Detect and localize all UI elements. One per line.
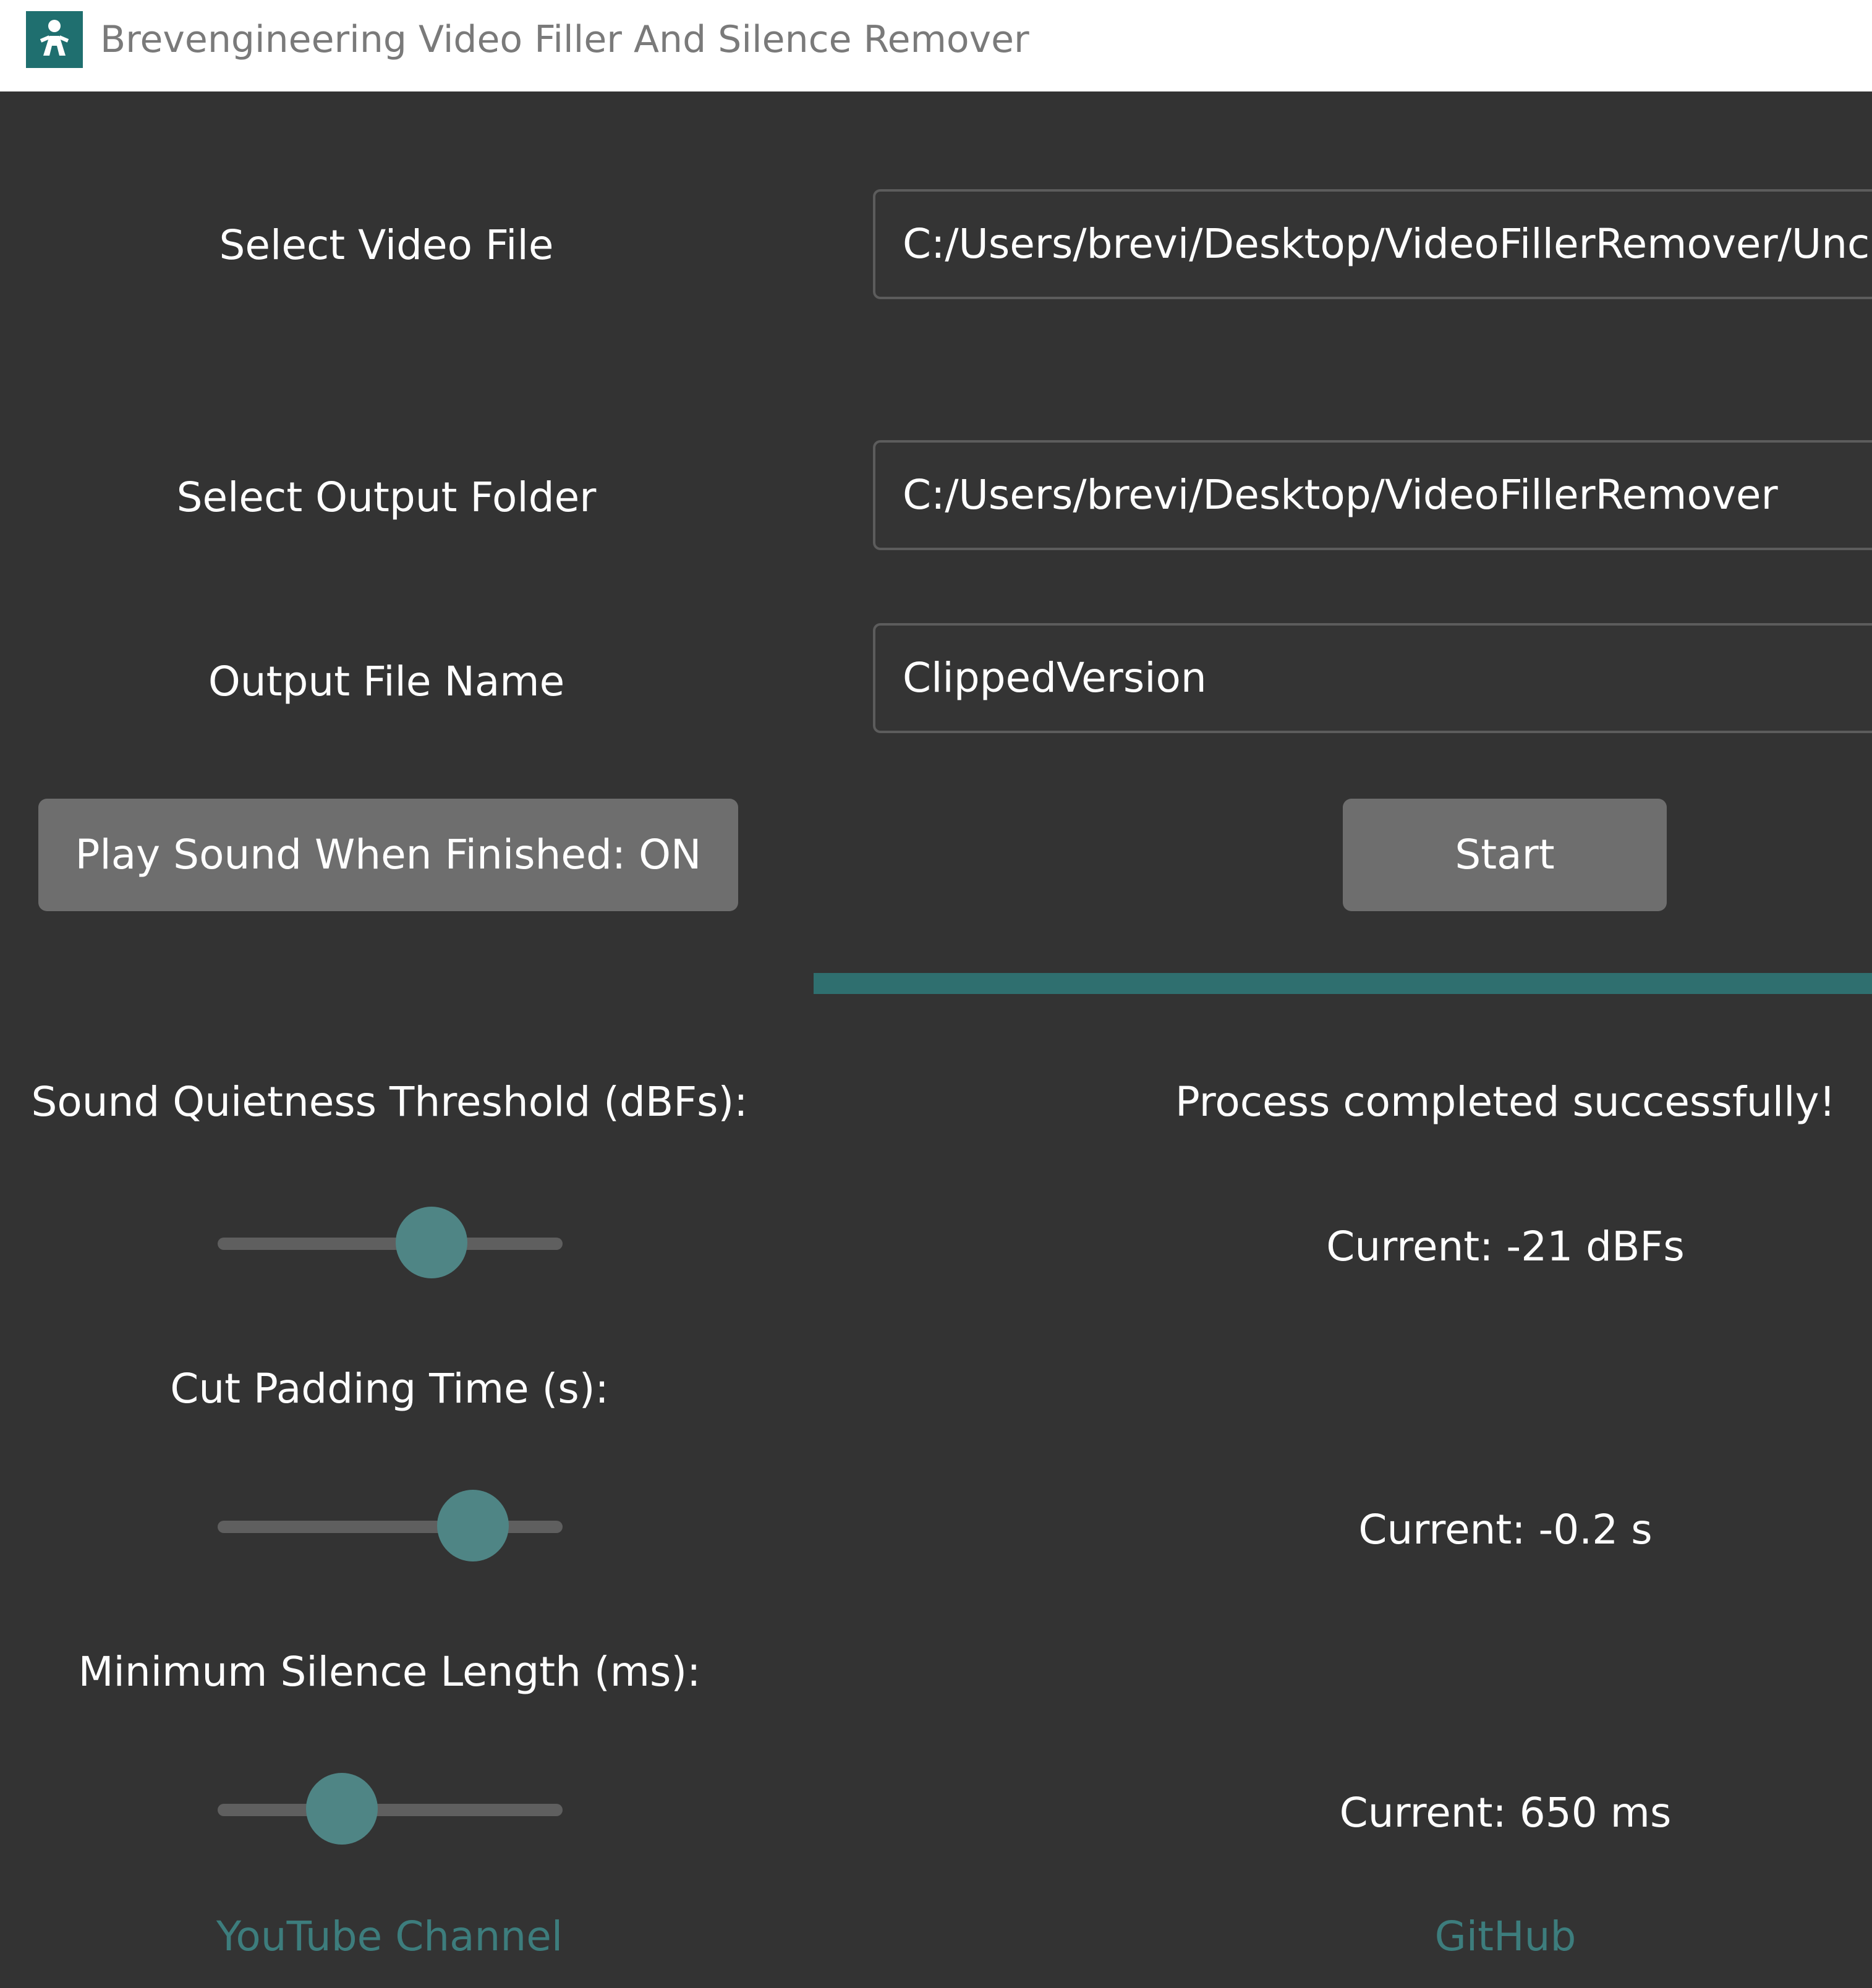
github-link[interactable]: GitHub xyxy=(1125,1909,1872,1965)
bottom-strip xyxy=(0,1971,1872,1988)
padding-slider[interactable] xyxy=(218,1490,563,1564)
slider-handle[interactable] xyxy=(305,1773,378,1845)
threshold-label: Sound Quietness Threshold (dBFs): xyxy=(31,1078,748,1126)
app-icon xyxy=(26,11,83,68)
title-bar: Brevengineering Video Filler And Silence… xyxy=(0,0,1872,91)
threshold-current-value: Current: -21 dBFs xyxy=(1326,1223,1685,1270)
output-name-input[interactable]: ClippedVersion xyxy=(873,623,1872,733)
video-file-label: Select Video File xyxy=(219,221,554,269)
output-folder-label: Select Output Folder xyxy=(176,474,597,521)
padding-current-value: Current: -0.2 s xyxy=(1358,1506,1653,1553)
min-silence-current-value: Current: 650 ms xyxy=(1339,1789,1672,1837)
video-file-input[interactable]: C:/Users/brevi/Desktop/VideoFillerRemove… xyxy=(873,189,1872,299)
start-button[interactable]: Start xyxy=(1343,799,1667,911)
app-window: Brevengineering Video Filler And Silence… xyxy=(0,0,1872,1988)
play-sound-toggle-button[interactable]: Play Sound When Finished: ON xyxy=(38,799,738,911)
window-title: Brevengineering Video Filler And Silence… xyxy=(100,18,1029,61)
slider-handle[interactable] xyxy=(436,1490,509,1561)
slider-handle[interactable] xyxy=(395,1207,467,1278)
output-folder-input[interactable]: C:/Users/brevi/Desktop/VideoFillerRemove… xyxy=(873,440,1872,550)
min-silence-slider[interactable] xyxy=(218,1773,563,1847)
slider-track xyxy=(218,1804,563,1816)
padding-label: Cut Padding Time (s): xyxy=(170,1365,609,1412)
slider-track xyxy=(218,1238,563,1250)
status-message: Process completed successfully! xyxy=(1175,1078,1836,1126)
progress-bar xyxy=(814,973,1872,994)
youtube-channel-link[interactable]: YouTube Channel xyxy=(19,1909,760,1965)
min-silence-label: Minimum Silence Length (ms): xyxy=(78,1648,701,1696)
threshold-slider[interactable] xyxy=(218,1207,563,1281)
progress-bar-fill xyxy=(814,973,1872,994)
output-name-label: Output File Name xyxy=(208,658,565,705)
slider-track xyxy=(218,1521,563,1533)
